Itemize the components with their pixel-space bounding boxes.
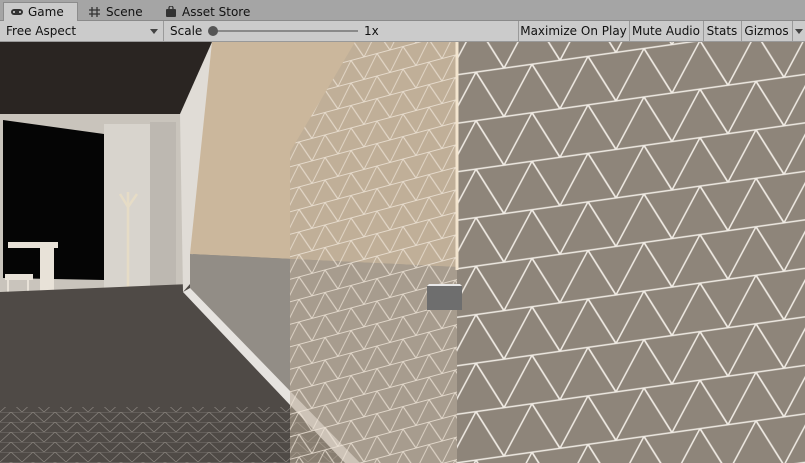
aspect-dropdown[interactable]: Free Aspect (0, 21, 163, 41)
maximize-on-play-toggle[interactable]: Maximize On Play (518, 21, 629, 41)
tab-game[interactable]: Game (3, 2, 78, 21)
editor-tab-bar: Game Scene Asset Store (0, 0, 805, 21)
mesh-wall-grid (457, 42, 805, 463)
bag-icon (164, 4, 178, 18)
pillar-side (150, 122, 176, 292)
scale-value: 1x (364, 24, 379, 38)
game-viewport[interactable] (0, 42, 805, 463)
tab-asset-store-label: Asset Store (182, 4, 251, 19)
tab-game-label: Game (28, 5, 64, 19)
scale-label: Scale (170, 24, 203, 38)
small-box (427, 284, 462, 310)
stats-toggle[interactable]: Stats (703, 21, 741, 41)
scale-slider-handle[interactable] (208, 26, 218, 36)
tab-scene[interactable]: Scene (82, 2, 157, 21)
aspect-dropdown-label: Free Aspect (6, 24, 77, 38)
game-view-toolbar: Free Aspect Scale 1x Maximize On Play Mu… (0, 21, 805, 42)
tab-asset-store[interactable]: Asset Store (158, 2, 258, 21)
gamepad-icon (10, 6, 24, 18)
chevron-down-icon (150, 29, 158, 34)
gizmos-dropdown[interactable] (793, 21, 805, 41)
tab-scene-label: Scene (106, 4, 143, 19)
scene-render (0, 42, 805, 463)
ceiling (0, 42, 212, 114)
gizmos-toggle[interactable]: Gizmos (741, 21, 792, 41)
scale-slider-track[interactable] (212, 30, 358, 32)
grid-icon (88, 6, 102, 18)
chevron-down-icon (795, 28, 803, 34)
mute-audio-toggle[interactable]: Mute Audio (629, 21, 703, 41)
